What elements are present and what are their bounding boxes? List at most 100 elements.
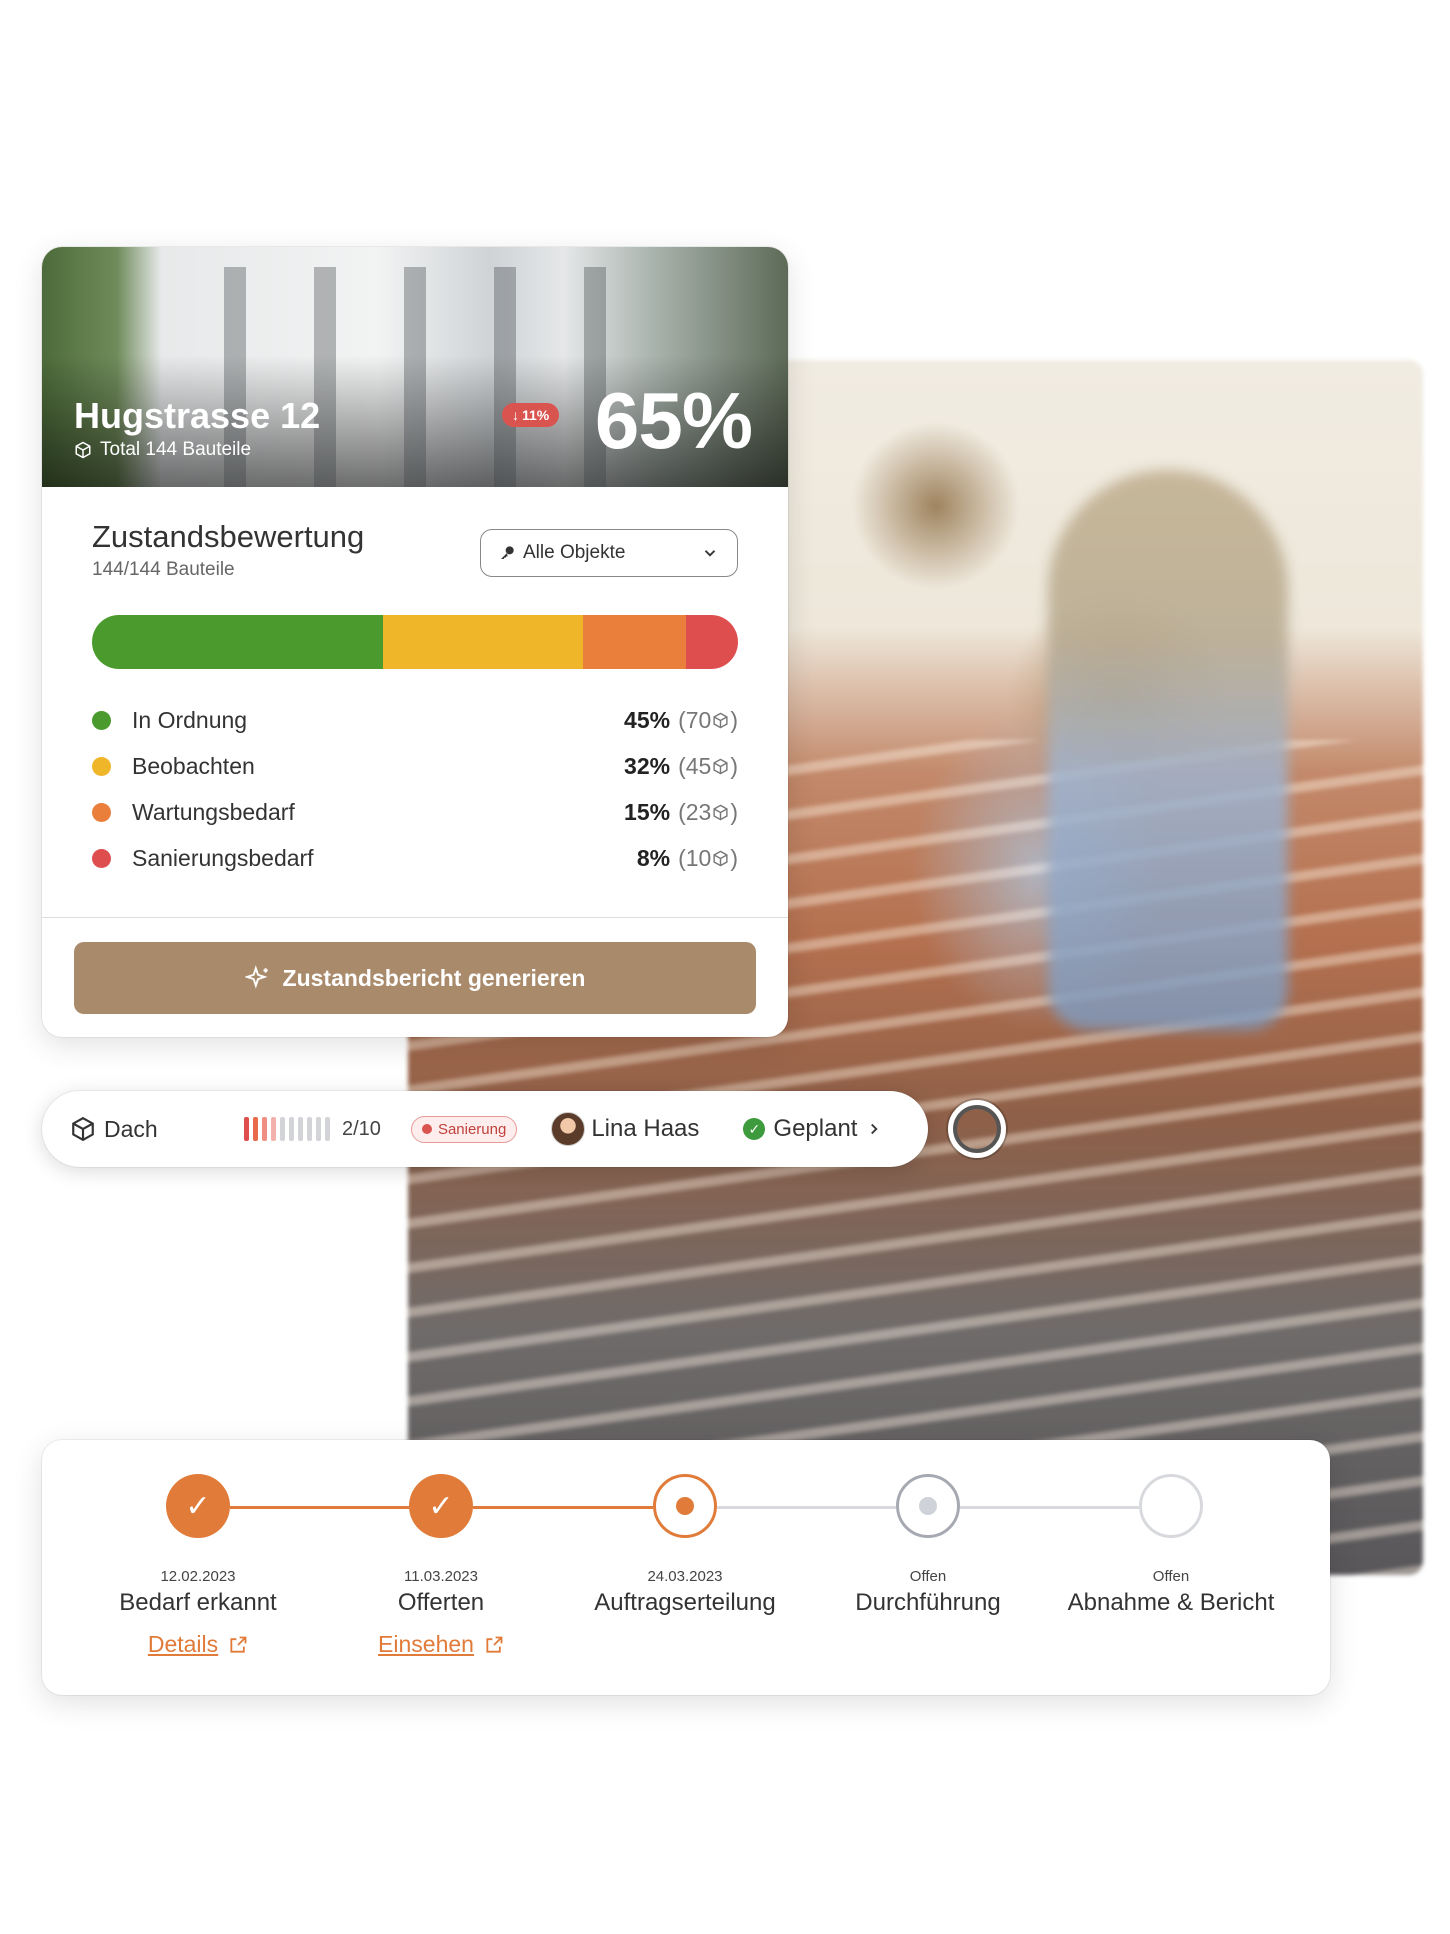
- legend-count: (70): [678, 707, 738, 734]
- record-ring-icon[interactable]: [948, 1100, 1006, 1158]
- legend-percent: 15%: [624, 798, 671, 825]
- component-total: Total 144 Bauteile: [74, 439, 251, 461]
- legend-count-close: ): [730, 706, 738, 733]
- step-date: 11.03.2023: [404, 1568, 478, 1585]
- step-link[interactable]: Einsehen: [378, 1631, 504, 1658]
- change-badge: ↓ 11%: [502, 403, 560, 427]
- avatar: [551, 1112, 586, 1146]
- condition-bar-segment: [582, 615, 687, 669]
- generate-report-label: Zustandsbericht generieren: [282, 964, 586, 991]
- planning-status-label: Geplant: [773, 1115, 858, 1142]
- worker-figure: [1048, 470, 1288, 1030]
- status-badge-label: Sanierung: [437, 1120, 507, 1138]
- step-circle: [653, 1474, 717, 1538]
- check-icon: ✓: [428, 1489, 454, 1523]
- score-ticks: [244, 1117, 330, 1141]
- legend-dot: [92, 848, 111, 868]
- condition-bar: [92, 615, 738, 669]
- cube-icon: [72, 1116, 94, 1142]
- change-badge-value: 11%: [522, 407, 550, 423]
- score-tick: [280, 1117, 285, 1141]
- legend-count: (10): [678, 845, 738, 872]
- legend-count-value: (10: [678, 844, 712, 871]
- component-score: 2/10: [342, 1117, 381, 1140]
- step-label: Bedarf erkannt: [119, 1589, 277, 1616]
- external-link-icon: [486, 1636, 503, 1653]
- legend-percent: 32%: [624, 752, 671, 779]
- step-circle: ✓: [166, 1474, 230, 1538]
- cube-icon: [713, 850, 728, 866]
- process-stepper: ✓ 12.02.2023 Bedarf erkannt Details ✓ 11.03.2…: [42, 1440, 1330, 1695]
- chevron-right-icon[interactable]: [865, 1120, 883, 1138]
- step-date: 24.03.2023: [647, 1568, 723, 1585]
- object-filter-dropdown[interactable]: Alle Objekte: [480, 529, 738, 577]
- generate-report-button[interactable]: Zustandsbericht generieren: [74, 942, 756, 1014]
- legend-percent: 8%: [636, 844, 671, 871]
- component-row[interactable]: Dach 2/10 Sanierung Lina Haas ✓ Geplant: [42, 1091, 928, 1167]
- object-filter-value: Alle Objekte: [523, 542, 626, 563]
- assignee-name: Lina Haas: [591, 1115, 700, 1142]
- key-icon: [501, 546, 514, 559]
- step-link[interactable]: Details: [148, 1631, 248, 1658]
- step-date: Offen: [909, 1568, 947, 1585]
- arrow-down-icon: ↓: [512, 407, 519, 423]
- property-name: Hugstrasse 12: [74, 395, 321, 436]
- step-label: Abnahme & Bericht: [1067, 1589, 1275, 1616]
- step-dot-icon: [919, 1497, 937, 1515]
- step-label: Durchführung: [855, 1589, 1001, 1616]
- step-link-label: Einsehen: [378, 1631, 474, 1657]
- legend-label: In Ordnung: [132, 706, 248, 733]
- score-tick: [289, 1117, 294, 1141]
- score-tick: [316, 1117, 321, 1141]
- legend-item: Wartungsbedarf 15% (23): [92, 789, 738, 835]
- legend-item: Beobachten 32% (45): [92, 743, 738, 789]
- legend-dot: [92, 756, 111, 776]
- legend-dot: [92, 802, 111, 822]
- cube-icon: [713, 712, 728, 728]
- process-step: Offen Durchführung: [808, 1474, 1048, 1617]
- assessment-subtitle: 144/144 Bauteile: [92, 559, 235, 580]
- process-step: 24.03.2023 Auftragserteilung: [565, 1474, 805, 1617]
- legend-count-close: ): [730, 798, 738, 825]
- legend-item: Sanierungsbedarf 8% (10): [92, 835, 738, 881]
- legend-count: (23): [678, 799, 738, 826]
- score-tick: [298, 1117, 303, 1141]
- cube-icon: [75, 441, 91, 459]
- cube-icon: [713, 804, 728, 820]
- check-badge-icon: ✓: [743, 1118, 766, 1140]
- component-total-label: Total 144 Bauteile: [100, 439, 252, 460]
- assessment-title: Zustandsbewertung: [92, 519, 365, 554]
- legend-count-value: (70: [678, 706, 712, 733]
- legend-count: (45): [678, 753, 738, 780]
- process-step: Offen Abnahme & Bericht: [1051, 1474, 1291, 1617]
- component-name: Dach: [70, 1116, 210, 1143]
- sparkle-icon: [244, 965, 268, 989]
- status-dot-icon: [421, 1124, 432, 1134]
- condition-score: 65%: [594, 376, 753, 465]
- check-icon: ✓: [185, 1489, 211, 1523]
- building-facade: [182, 267, 652, 487]
- condition-legend: In Ordnung 45% (70) Beobachten 32% (45) Wartun…: [92, 697, 738, 881]
- legend-item: In Ordnung 45% (70): [92, 697, 738, 743]
- step-label: Offerten: [397, 1589, 485, 1616]
- score-tick: [262, 1117, 267, 1141]
- legend-count-close: ): [730, 844, 738, 871]
- condition-bar-segment: [686, 615, 738, 669]
- step-date: Offen: [1152, 1568, 1190, 1585]
- chevron-down-icon: [704, 550, 716, 557]
- property-hero-image: Hugstrasse 12 Total 144 Bauteile ↓ 11% 6…: [42, 247, 788, 487]
- score-tick: [253, 1117, 258, 1141]
- property-card: Hugstrasse 12 Total 144 Bauteile ↓ 11% 6…: [42, 247, 788, 1037]
- condition-bar-segment: [382, 615, 583, 669]
- planning-status: ✓ Geplant: [743, 1115, 883, 1143]
- legend-label: Wartungsbedarf: [132, 798, 295, 825]
- step-label: Auftragserteilung: [594, 1589, 776, 1616]
- status-badge: Sanierung: [410, 1115, 518, 1143]
- score-tick: [307, 1117, 312, 1141]
- step-circle: [1139, 1474, 1203, 1538]
- external-link-icon: [230, 1636, 247, 1653]
- condition-bar-segment: [92, 615, 383, 669]
- score-tick: [325, 1117, 330, 1141]
- legend-count-value: (23: [678, 798, 712, 825]
- step-date: 12.02.2023: [160, 1568, 236, 1585]
